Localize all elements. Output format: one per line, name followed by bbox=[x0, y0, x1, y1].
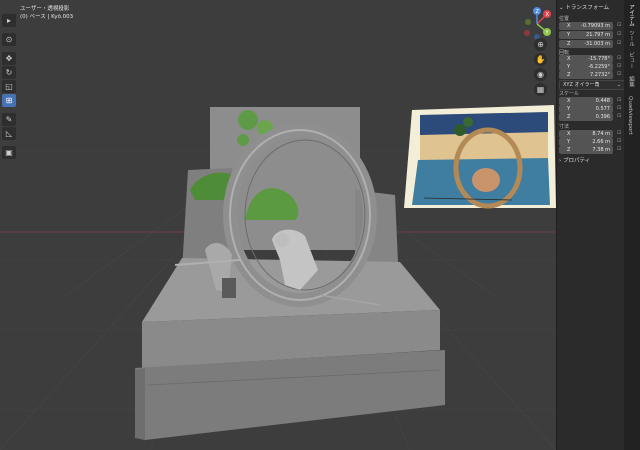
lock-icon[interactable]: ⊡ bbox=[617, 138, 621, 144]
view-mode-label: ユーザー・透視投影 bbox=[20, 6, 70, 12]
properties-title: プロパティ bbox=[562, 158, 591, 164]
tab-item[interactable]: アイテム bbox=[627, 4, 635, 26]
rotate-tool-icon[interactable]: ↻ bbox=[2, 66, 16, 79]
move-tool-icon[interactable]: ✥ bbox=[2, 52, 16, 65]
lock-icon[interactable]: ⊡ bbox=[617, 113, 621, 119]
scale-label: スケール bbox=[559, 91, 580, 97]
dimensions-z-field[interactable]: Z 7.38 m bbox=[559, 146, 613, 154]
location-x-field[interactable]: X -0.79093 m bbox=[559, 22, 613, 30]
properties-panel-header[interactable]: › プロパティ bbox=[559, 156, 590, 164]
lock-icon[interactable]: ⊡ bbox=[617, 63, 621, 69]
location-label: 位置 bbox=[559, 16, 570, 22]
gizmo-z-label: Z bbox=[536, 9, 540, 15]
lock-icon[interactable]: ⊡ bbox=[617, 31, 621, 37]
3d-viewport[interactable]: ユーザー・透視投影 (0) ベース | Kyô.003 ▸ ⊙ ✥ ↻ ◱ ⊞ … bbox=[0, 0, 556, 450]
transform-panel-header[interactable]: ⌄ トランスフォーム bbox=[559, 3, 609, 11]
n-panel: ⌄ トランスフォーム 位置 X -0.79093 m Y 21.797 m Z -31… bbox=[556, 0, 625, 450]
navigation-gizmo[interactable]: X Y Z bbox=[518, 5, 556, 43]
transform-tool-icon[interactable]: ⊞ bbox=[2, 94, 16, 107]
gizmo-x-label: X bbox=[546, 12, 550, 18]
tab-view[interactable]: ビュー bbox=[627, 52, 635, 69]
rotation-z-field[interactable]: Z 7.2732° bbox=[559, 71, 613, 79]
dimensions-x-field[interactable]: X 8.74 m bbox=[559, 130, 613, 138]
dimensions-label: 寸法 bbox=[559, 124, 570, 130]
measure-tool-icon[interactable]: ◺ bbox=[2, 127, 16, 140]
annotate-tool-icon[interactable]: ✎ bbox=[2, 113, 16, 126]
tab-quadviewport[interactable]: Quadviewport bbox=[627, 96, 633, 135]
rotation-x-field[interactable]: X -15.778° bbox=[559, 55, 613, 63]
lock-icon[interactable]: ⊡ bbox=[617, 97, 621, 103]
tab-edit[interactable]: 編集 bbox=[627, 76, 635, 87]
lock-icon[interactable]: ⊡ bbox=[617, 40, 621, 46]
location-z-field[interactable]: Z -31.003 m bbox=[559, 40, 613, 48]
cursor-tool-icon[interactable]: ⊙ bbox=[2, 33, 16, 46]
add-cube-tool-icon[interactable]: ▣ bbox=[2, 146, 16, 159]
scale-x-field[interactable]: X 0.448 bbox=[559, 97, 613, 105]
scale-y-field[interactable]: Y 0.577 bbox=[559, 105, 613, 113]
location-y-field[interactable]: Y 21.797 m bbox=[559, 31, 613, 39]
active-object-label: (0) ベース | Kyô.003 bbox=[20, 14, 74, 20]
viewport-info: ユーザー・透視投影 (0) ベース | Kyô.003 bbox=[20, 5, 73, 21]
lock-icon[interactable]: ⊡ bbox=[617, 130, 621, 136]
lock-icon[interactable]: ⊡ bbox=[617, 55, 621, 61]
dimensions-y-field[interactable]: Y 2.66 m bbox=[559, 138, 613, 146]
chevron-down-icon: ⌄ bbox=[616, 82, 621, 88]
lock-icon[interactable]: ⊡ bbox=[617, 22, 621, 28]
sidebar-tabs: アイテム ツール ビュー 編集 Quadviewport bbox=[624, 0, 640, 450]
pan-hand-icon[interactable]: ✋ bbox=[534, 53, 547, 66]
select-tool-icon[interactable]: ▸ bbox=[2, 14, 16, 27]
rotation-y-field[interactable]: Y -6.2259° bbox=[559, 63, 613, 71]
rotation-mode-select[interactable]: XYZ オイラー角 ⌄ bbox=[559, 80, 625, 90]
zoom-icon[interactable]: ⊕ bbox=[534, 38, 547, 51]
scale-tool-icon[interactable]: ◱ bbox=[2, 80, 16, 93]
scene-render bbox=[0, 105, 556, 450]
tool-shelf: ▸ ⊙ ✥ ↻ ◱ ⊞ ✎ ◺ ▣ bbox=[2, 14, 16, 159]
transform-title: トランスフォーム bbox=[565, 5, 610, 11]
tab-tool[interactable]: ツール bbox=[627, 30, 635, 47]
scale-z-field[interactable]: Z 0.396 bbox=[559, 113, 613, 121]
lock-icon[interactable]: ⊡ bbox=[617, 146, 621, 152]
lock-icon[interactable]: ⊡ bbox=[617, 105, 621, 111]
camera-icon[interactable]: ◉ bbox=[534, 68, 547, 81]
lock-icon[interactable]: ⊡ bbox=[617, 71, 621, 77]
grid-view-icon[interactable]: ▦ bbox=[534, 83, 547, 96]
